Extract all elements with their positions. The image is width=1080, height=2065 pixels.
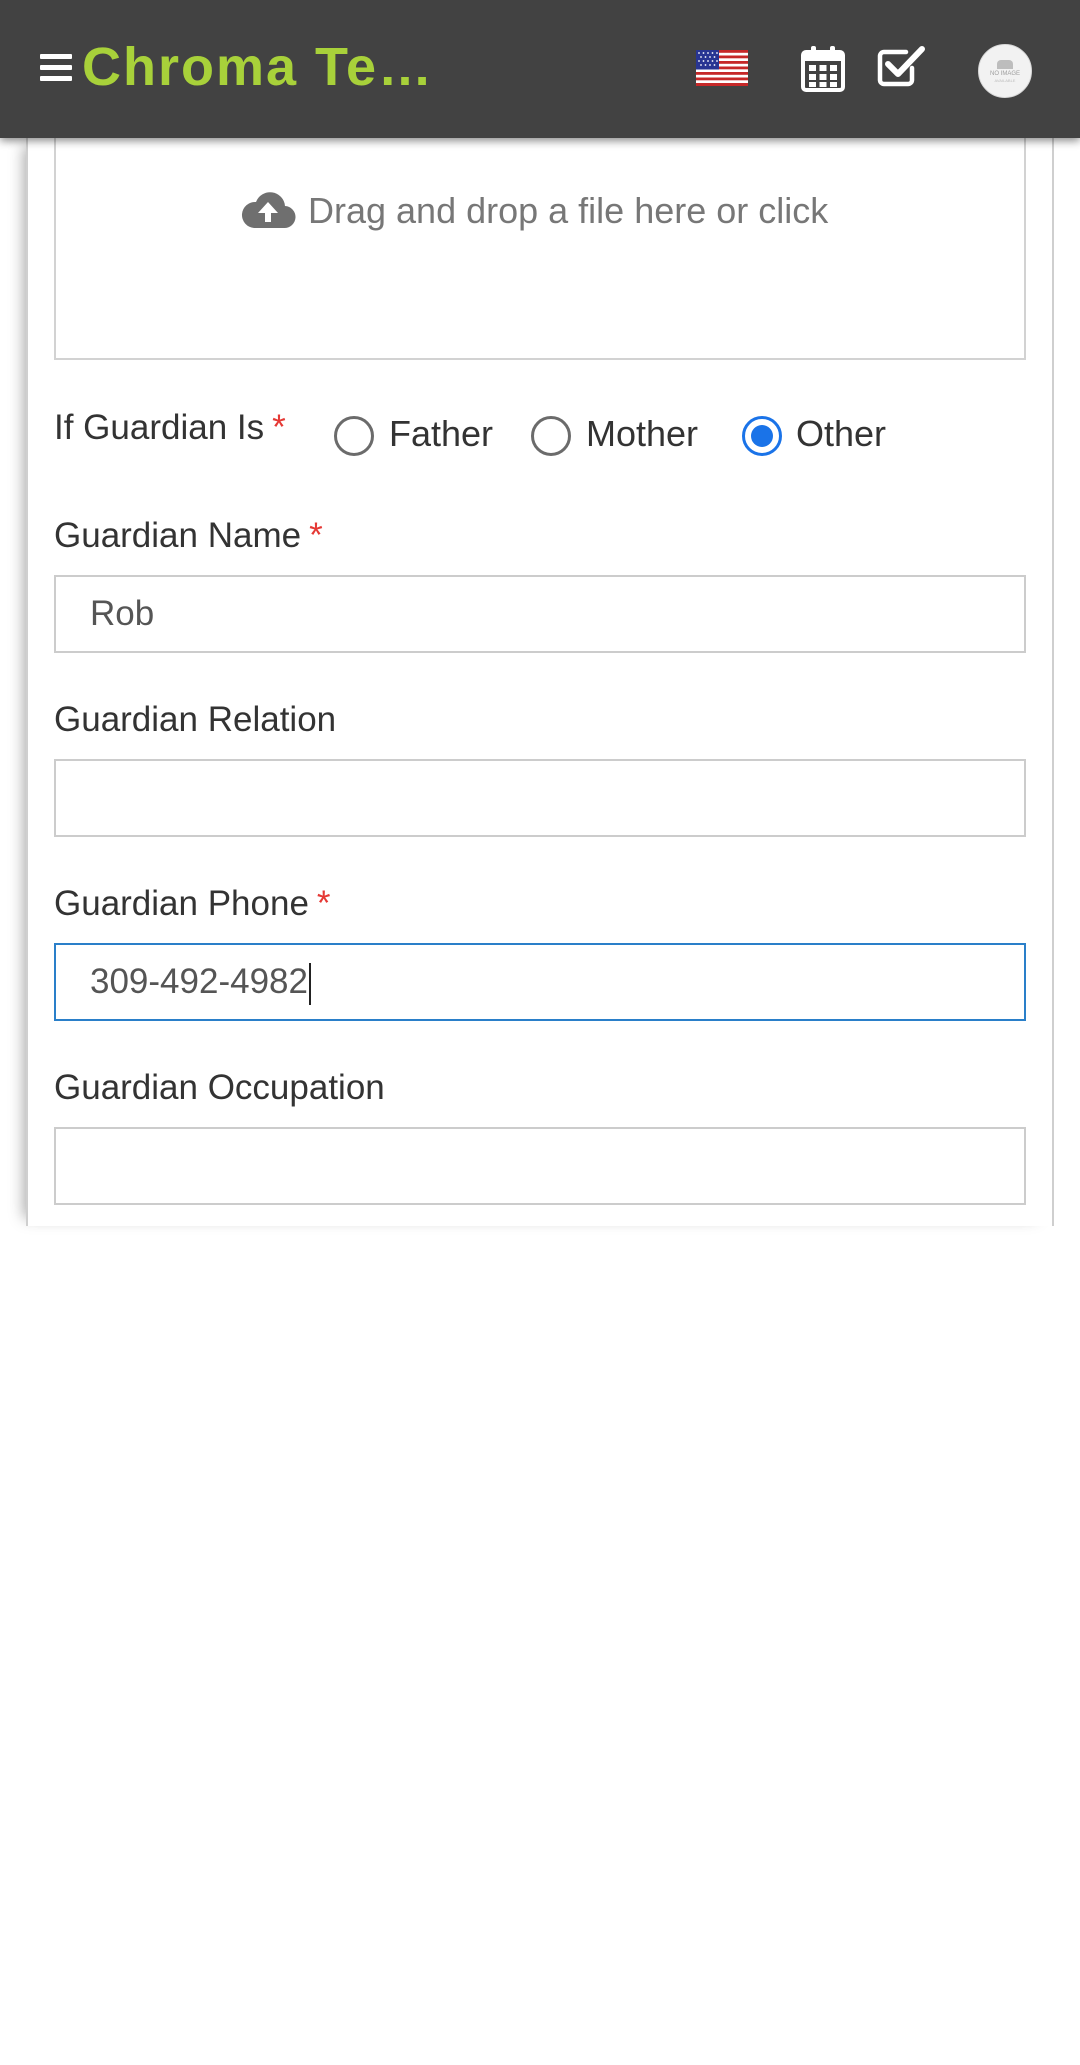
guardian-phone-label: Guardian Phone * xyxy=(54,884,331,924)
radio-mother-label[interactable]: Mother xyxy=(586,413,698,455)
avatar-placeholder-subtext: AVAILABLE xyxy=(994,77,1016,83)
required-mark: * xyxy=(316,884,331,923)
dropzone-text: Drag and drop a file here or click xyxy=(308,190,829,231)
radio-father-label[interactable]: Father xyxy=(389,413,493,455)
avatar-placeholder-text: NO IMAGE xyxy=(989,70,1020,77)
guardian-occupation-label: Guardian Occupation xyxy=(54,1068,385,1107)
guardian-is-label-text: If Guardian Is xyxy=(54,408,265,447)
checkbox-icon[interactable] xyxy=(876,44,926,88)
radio-mother[interactable] xyxy=(531,416,571,456)
guardian-name-label-text: Guardian Name xyxy=(54,516,302,555)
guardian-name-value: Rob xyxy=(90,594,155,633)
calendar-icon[interactable] xyxy=(800,44,846,92)
guardian-phone-label-text: Guardian Phone xyxy=(54,884,309,923)
guardian-name-input[interactable]: Rob xyxy=(54,575,1026,653)
radio-other-label[interactable]: Other xyxy=(796,413,886,455)
radio-father[interactable] xyxy=(334,416,374,456)
guardian-relation-label: Guardian Relation xyxy=(54,700,337,739)
avatar[interactable]: NO IMAGE AVAILABLE xyxy=(978,44,1032,98)
guardian-is-label: If Guardian Is * xyxy=(54,408,286,448)
guardian-phone-input[interactable]: 309-492-4982 xyxy=(54,943,1026,1021)
cloud-upload-icon xyxy=(241,192,296,229)
required-mark: * xyxy=(309,516,323,555)
top-app-bar: Chroma Te… NO IMAGE AVAILABLE xyxy=(0,0,1080,138)
file-dropzone[interactable] xyxy=(54,120,1026,360)
radio-other[interactable] xyxy=(742,416,782,456)
guardian-occupation-input[interactable] xyxy=(54,1127,1026,1205)
guardian-relation-input[interactable] xyxy=(54,759,1026,837)
placeholder-image-icon xyxy=(997,59,1013,69)
required-mark: * xyxy=(272,408,286,447)
guardian-name-label: Guardian Name * xyxy=(54,516,323,556)
hamburger-menu-icon[interactable] xyxy=(40,54,72,82)
guardian-phone-value: 309-492-4982 xyxy=(90,962,308,1001)
us-flag-icon[interactable] xyxy=(696,50,748,86)
text-cursor xyxy=(308,962,311,1005)
app-title: Chroma Te… xyxy=(82,37,435,97)
